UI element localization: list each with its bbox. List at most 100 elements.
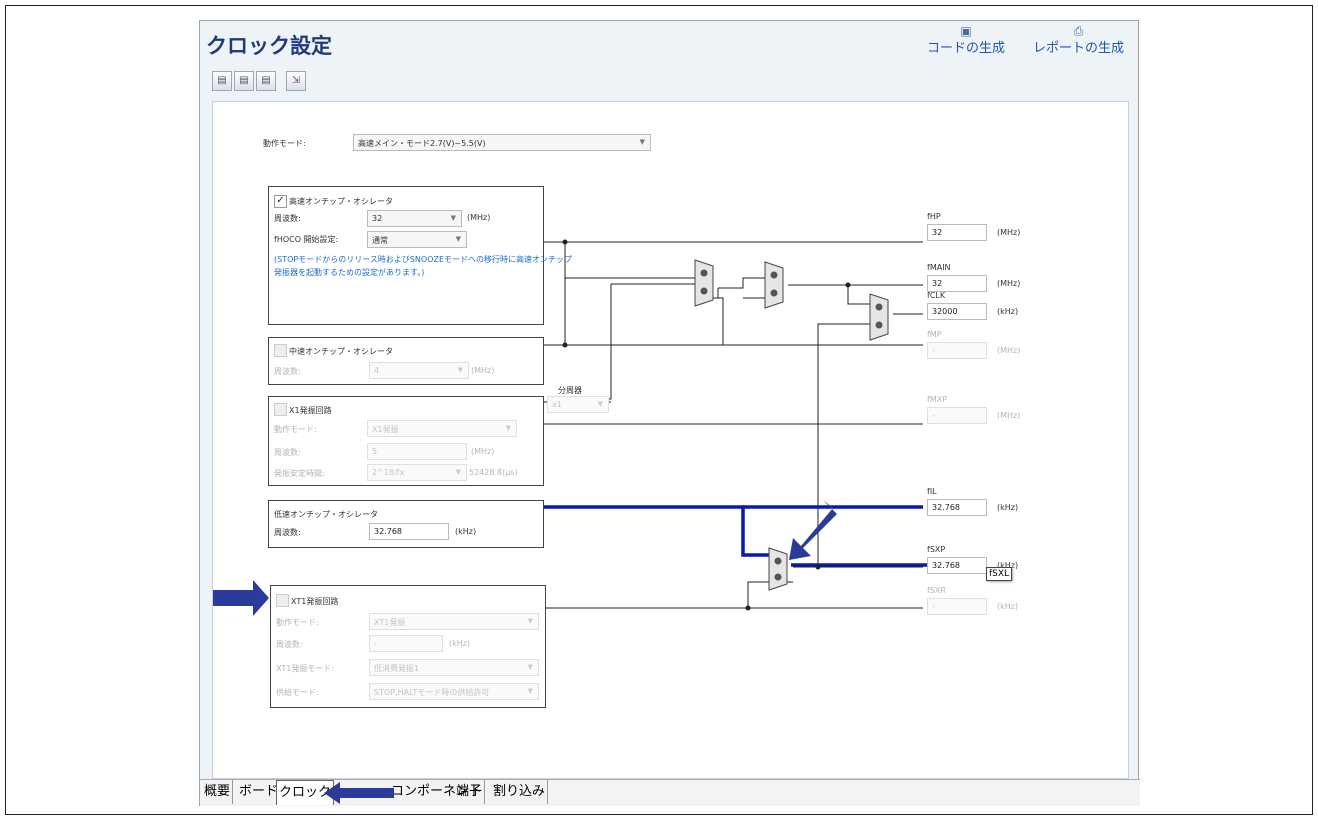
xt1-mode-label: 動作モード:: [276, 618, 319, 627]
output-value[interactable]: -: [927, 598, 987, 615]
clock-settings-window: クロック設定 ▣ コードの生成 ⎙ レポートの生成 ▤ ▤ ▤ ⇲ 動作モード:…: [199, 20, 1140, 806]
chevron-down-icon: ▼: [527, 617, 533, 625]
output-unit: (MHz): [997, 411, 1021, 420]
chevron-down-icon: ▼: [639, 138, 645, 146]
output-value[interactable]: -: [927, 407, 987, 424]
code-gen-icon: ▣: [960, 24, 972, 38]
x1-checkbox[interactable]: [274, 403, 287, 416]
x1-panel: X1発振回路 動作モード: X1発振 ▼ 周波数: 5 (MHz) 発振安定時間:…: [268, 396, 544, 486]
moco-freq-unit: (MHz): [471, 366, 495, 375]
output-unit: (kHz): [997, 307, 1019, 316]
hoco-checkbox[interactable]: ✓: [274, 195, 287, 208]
page-title: クロック設定: [206, 34, 332, 58]
output-value[interactable]: 32000: [927, 303, 987, 320]
output-name: fHP: [927, 212, 941, 221]
output-value[interactable]: 32: [927, 275, 987, 292]
x1-stab-result: 52428.8(μs): [469, 468, 518, 477]
output-unit: (MHz): [997, 279, 1021, 288]
xt1-osc-mode-label: XT1発振モード:: [276, 664, 335, 673]
xt1-supply-select[interactable]: STOP,HALTモード時の供給許可 ▼: [369, 683, 539, 700]
output-unit: (MHz): [997, 228, 1021, 237]
output-name: fSXR: [927, 586, 946, 595]
loco-freq-unit: (kHz): [455, 527, 477, 536]
xt1-supply-label: 供給モード:: [276, 688, 319, 697]
chevron-down-icon: ▼: [527, 687, 533, 695]
hoco-start-select[interactable]: 通常 ▼: [367, 231, 467, 248]
hoco-freq-label: 周波数:: [274, 214, 301, 223]
arrow-highlight-mux: [789, 500, 837, 560]
xt1-freq-label: 周波数:: [276, 640, 303, 649]
x1-freq-unit: (MHz): [471, 447, 495, 456]
output-value[interactable]: 32: [927, 224, 987, 241]
loco-freq-label: 周波数:: [274, 528, 301, 537]
chevron-down-icon: ▼: [457, 366, 463, 374]
x1-freq-label: 周波数:: [274, 448, 301, 457]
fsxl-tooltip: fSXL: [986, 567, 1013, 581]
moco-freq-select[interactable]: 4 ▼: [369, 362, 469, 379]
output-unit: (kHz): [997, 602, 1019, 611]
moco-checkbox[interactable]: [274, 344, 287, 357]
hoco-title: 高速オンチップ・オシレータ: [289, 197, 393, 206]
hoco-start-label: fHOCO 開始設定:: [274, 235, 339, 244]
tab-overview[interactable]: 概要: [202, 780, 234, 804]
bottom-tab-bar: 概要 ボード クロック コンポーネント 端子 割り込み: [200, 779, 1140, 806]
mode-label: 動作モード:: [263, 139, 306, 148]
mode-select[interactable]: 高速メイン・モード2.7(V)~5.5(V) ▼: [353, 134, 651, 151]
output-value[interactable]: 32.768: [927, 557, 987, 574]
loco-panel: 低速オンチップ・オシレータ 周波数: 32.768 (kHz): [268, 500, 544, 548]
x1-stab-label: 発振安定時間:: [274, 469, 325, 478]
output-name: fMP: [927, 330, 942, 339]
tab-board[interactable]: ボード: [237, 780, 282, 804]
xt1-freq-unit: (kHz): [449, 639, 471, 648]
hoco-note-line1: (STOPモードからのリリース時およびSNOOZEモードへの移行時に高速オンチッ…: [274, 255, 572, 264]
output-value[interactable]: 32.768: [927, 499, 987, 516]
divider-select[interactable]: x1 ▼: [547, 396, 609, 413]
report-gen-button[interactable]: ⎙ レポートの生成: [1033, 25, 1124, 56]
chevron-down-icon: ▼: [527, 663, 533, 671]
printer-icon: ⎙: [1073, 24, 1084, 38]
page-icon[interactable]: ▤: [212, 71, 232, 91]
page-icon[interactable]: ▤: [256, 71, 276, 91]
x1-freq-input[interactable]: 5: [367, 443, 467, 460]
xt1-osc-mode-select[interactable]: 低消費発振1 ▼: [369, 659, 539, 676]
output-value[interactable]: -: [927, 342, 987, 359]
tab-interrupts[interactable]: 割り込み: [491, 780, 549, 804]
chevron-down-icon: ▼: [455, 468, 461, 476]
moco-panel: 中速オンチップ・オシレータ 周波数: 4 ▼ (MHz): [268, 337, 544, 385]
x1-title: X1発振回路: [289, 406, 332, 415]
x1-stab-select[interactable]: 2^18/fx ▼: [367, 464, 467, 481]
chevron-down-icon: ▼: [455, 235, 461, 243]
output-name: fMXP: [927, 395, 948, 404]
xt1-mode-select[interactable]: XT1発振 ▼: [369, 613, 539, 630]
hoco-panel: ✓ 高速オンチップ・オシレータ 周波数: 32 ▼ (MHz) fHOCO 開始設…: [268, 186, 572, 325]
page-icon[interactable]: ▤: [234, 71, 254, 91]
chevron-down-icon: ▼: [597, 400, 603, 408]
page-export-icon[interactable]: ⇲: [286, 71, 306, 91]
output-name: fCLK: [927, 291, 946, 300]
arrow-highlight-tab: [324, 782, 394, 804]
moco-title: 中速オンチップ・オシレータ: [289, 347, 393, 356]
clock-diagram-canvas: 動作モード: 高速メイン・モード2.7(V)~5.5(V) ▼ ✓ 高速オンチップ…: [212, 101, 1129, 779]
output-name: fMAIN: [927, 263, 951, 272]
loco-freq-input[interactable]: 32.768: [369, 523, 449, 540]
divider-label: 分周器: [558, 386, 582, 395]
hoco-note-line2: 発振器を起動するための設定があります。): [274, 268, 425, 277]
moco-freq-label: 周波数:: [274, 367, 301, 376]
chevron-down-icon: ▼: [450, 214, 456, 222]
arrow-highlight-xt1: [213, 580, 269, 616]
tab-pins[interactable]: 端子: [454, 780, 486, 804]
hoco-freq-unit: (MHz): [467, 213, 491, 222]
xt1-checkbox[interactable]: [276, 594, 289, 607]
code-gen-button[interactable]: ▣ コードの生成: [927, 25, 1005, 56]
output-name: fSXP: [927, 545, 946, 554]
hoco-freq-select[interactable]: 32 ▼: [367, 210, 462, 227]
report-gen-label: レポートの生成: [1033, 41, 1125, 56]
x1-mode-select[interactable]: X1発振 ▼: [367, 420, 517, 437]
chevron-down-icon: ▼: [505, 424, 511, 432]
x1-mode-label: 動作モード:: [274, 425, 317, 434]
output-name: fIL: [927, 487, 937, 496]
loco-title: 低速オンチップ・オシレータ: [274, 510, 378, 519]
output-unit: (MHz): [997, 346, 1021, 355]
xt1-panel: XT1発振回路 動作モード: XT1発振 ▼ 周波数: - (kHz) XT1発振…: [270, 585, 546, 708]
xt1-freq-input[interactable]: -: [369, 635, 443, 652]
